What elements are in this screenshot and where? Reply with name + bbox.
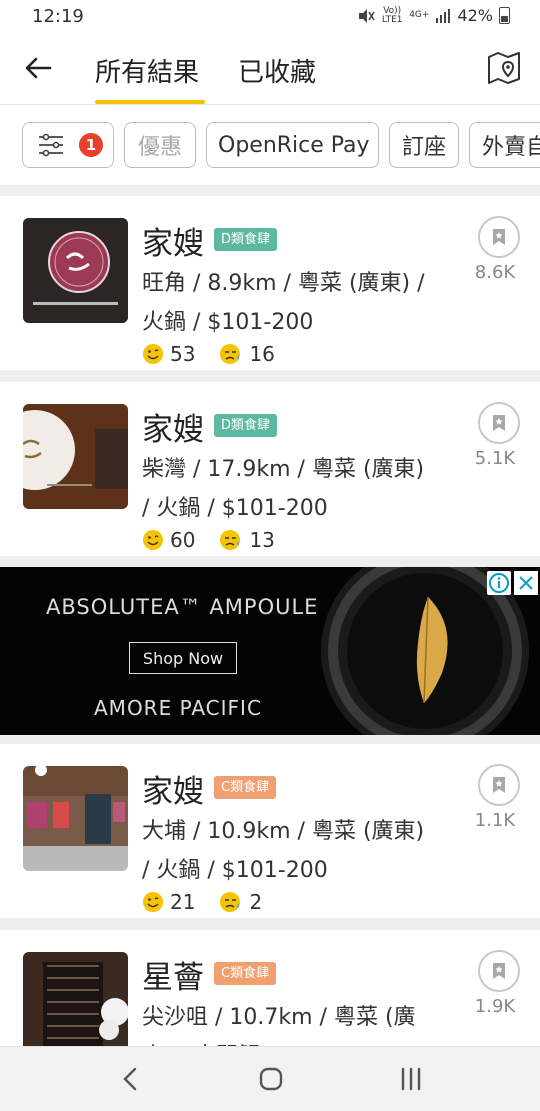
restaurant-photo bbox=[23, 218, 128, 323]
app-header: 所有結果 已收藏 bbox=[0, 34, 540, 105]
smile-count: 53 bbox=[170, 342, 196, 366]
system-nav-bar bbox=[0, 1046, 540, 1111]
chip-booking[interactable]: 訂座 bbox=[389, 122, 459, 168]
close-icon[interactable] bbox=[514, 571, 538, 595]
bookmark-button[interactable] bbox=[478, 216, 520, 258]
sliders-icon bbox=[39, 133, 63, 157]
bookmark-icon bbox=[493, 229, 505, 245]
restaurant-card[interactable]: 家嫂 D類食肆 柴灣 / 17.9km / 粵菜 (廣東) / 火鍋 / $10… bbox=[0, 382, 540, 556]
bookmark-button[interactable] bbox=[478, 402, 520, 444]
restaurant-meta: 柴灣 / 17.9km / 粵菜 (廣東) / 火鍋 / $101-200 bbox=[142, 457, 425, 521]
cry-count: 13 bbox=[249, 528, 275, 552]
restaurant-name[interactable]: 家嫂 bbox=[142, 766, 204, 811]
signal-icon bbox=[436, 9, 451, 23]
restaurant-card[interactable]: 星薈 C類食肆 尖沙咀 / 10.7km / 粵菜 (廣東) / 大閘蟹 / $… bbox=[0, 930, 540, 1046]
volte-indicator: Vo)) LTE1 bbox=[381, 5, 403, 25]
battery-percent: 42% bbox=[457, 6, 493, 25]
license-tag: D類食肆 bbox=[214, 228, 278, 251]
mute-icon bbox=[359, 8, 375, 23]
restaurant-meta: 尖沙咀 / 10.7km / 粵菜 (廣東) / 大閘蟹 / $201-400 bbox=[142, 1005, 416, 1046]
chip-openrice-pay[interactable]: OpenRice Pay bbox=[206, 122, 379, 168]
status-bar: 12:19 Vo)) LTE1 4G+ 42% bbox=[0, 0, 540, 34]
status-time: 12:19 bbox=[32, 6, 84, 27]
restaurant-card[interactable]: 家嫂 D類食肆 旺角 / 8.9km / 粵菜 (廣東) / 火鍋 / $101… bbox=[0, 196, 540, 370]
network-type: 4G+ bbox=[409, 10, 430, 20]
map-pin-icon[interactable] bbox=[486, 50, 522, 86]
smile-icon bbox=[143, 530, 163, 550]
restaurant-meta: 旺角 / 8.9km / 粵菜 (廣東) / 火鍋 / $101-200 bbox=[142, 271, 425, 335]
info-icon[interactable] bbox=[487, 571, 511, 595]
restaurant-name[interactable]: 星薈 bbox=[142, 952, 204, 997]
smile-count: 60 bbox=[170, 528, 196, 552]
cry-icon bbox=[220, 892, 241, 912]
ad-banner[interactable]: ABSOLUTEA™ AMPOULE Shop Now AMORE PACIFI… bbox=[0, 567, 540, 735]
active-tab-indicator bbox=[95, 100, 205, 104]
bookmark-button[interactable] bbox=[478, 950, 520, 992]
ad-shop-now-button[interactable]: Shop Now bbox=[129, 642, 237, 674]
license-tag: C類食肆 bbox=[214, 962, 277, 985]
filter-bar: 1 優惠 OpenRice Pay 訂座 外賣自取 bbox=[0, 105, 540, 185]
nav-back-icon[interactable] bbox=[119, 1066, 143, 1092]
cry-icon bbox=[220, 530, 241, 550]
license-tag: C類食肆 bbox=[214, 776, 277, 799]
cry-count: 16 bbox=[249, 342, 275, 366]
restaurant-name[interactable]: 家嫂 bbox=[142, 218, 204, 263]
ad-headline: ABSOLUTEA™ AMPOULE bbox=[46, 595, 319, 619]
tab-saved[interactable]: 已收藏 bbox=[238, 52, 316, 89]
bookmark-count: 1.9K bbox=[474, 996, 516, 1017]
license-tag: D類食肆 bbox=[214, 414, 278, 437]
restaurant-name[interactable]: 家嫂 bbox=[142, 404, 204, 449]
chip-offers[interactable]: 優惠 bbox=[124, 122, 196, 168]
cry-count: 2 bbox=[249, 890, 263, 914]
restaurant-photo bbox=[23, 952, 128, 1046]
nav-recents-icon[interactable] bbox=[398, 1066, 424, 1092]
arrow-left-icon[interactable] bbox=[22, 52, 54, 84]
smile-icon bbox=[143, 892, 163, 912]
restaurant-card[interactable]: 家嫂 C類食肆 大埔 / 10.9km / 粵菜 (廣東) / 火鍋 / $10… bbox=[0, 744, 540, 918]
bookmark-icon bbox=[493, 963, 505, 979]
smile-icon bbox=[143, 344, 163, 364]
bookmark-count: 5.1K bbox=[474, 448, 516, 469]
nav-home-icon[interactable] bbox=[258, 1066, 284, 1092]
bookmark-count: 1.1K bbox=[474, 810, 516, 831]
filter-count-badge: 1 bbox=[79, 133, 103, 157]
bookmark-count: 8.6K bbox=[474, 262, 516, 283]
bookmark-button[interactable] bbox=[478, 764, 520, 806]
tab-all-results[interactable]: 所有結果 bbox=[95, 52, 199, 89]
restaurant-meta: 大埔 / 10.9km / 粵菜 (廣東) / 火鍋 / $101-200 bbox=[142, 819, 425, 883]
battery-icon bbox=[499, 7, 510, 24]
cry-icon bbox=[220, 344, 241, 364]
chip-takeaway[interactable]: 外賣自取 bbox=[469, 122, 540, 168]
filter-button[interactable]: 1 bbox=[22, 122, 114, 168]
ad-brand: AMORE PACIFIC bbox=[94, 696, 262, 720]
smile-count: 21 bbox=[170, 890, 196, 914]
restaurant-photo bbox=[23, 404, 128, 509]
bookmark-icon bbox=[493, 777, 505, 793]
restaurant-photo bbox=[23, 766, 128, 871]
bookmark-icon bbox=[493, 415, 505, 431]
